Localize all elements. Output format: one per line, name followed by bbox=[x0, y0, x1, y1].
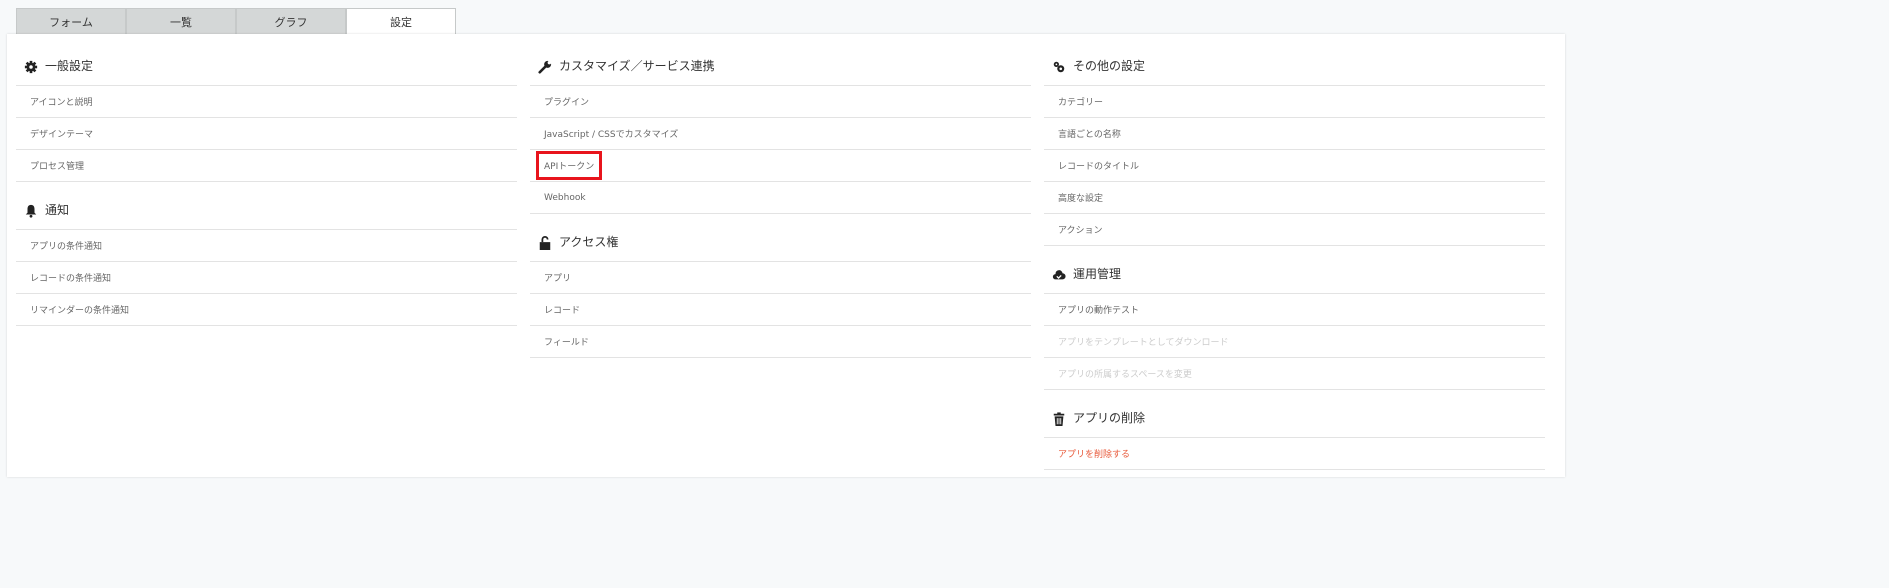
section-title: その他の設定 bbox=[1073, 59, 1146, 73]
settings-link[interactable]: Webhook bbox=[530, 182, 1031, 214]
settings-section: 通知アプリの条件通知 レコードの条件通知リマインダーの条件通知 bbox=[16, 182, 517, 326]
settings-column: カスタマイズ／サービス連携プラグイン JavaScript / CSSでカスタマイ… bbox=[530, 34, 1031, 358]
settings-link[interactable]: 高度な設定 bbox=[1044, 182, 1545, 214]
cloud-check-icon bbox=[1052, 268, 1066, 282]
bell-icon bbox=[24, 204, 38, 218]
link-label: アイコンと説明 bbox=[30, 98, 93, 108]
section-title: 一般設定 bbox=[45, 59, 94, 73]
settings-link[interactable]: レコード bbox=[530, 294, 1031, 326]
link-label: リマインダーの条件通知 bbox=[30, 306, 130, 316]
gear-icon bbox=[24, 60, 38, 74]
settings-link[interactable]: リマインダーの条件通知 bbox=[16, 294, 517, 326]
link-label: デザインテーマ bbox=[30, 130, 94, 140]
settings-link[interactable]: アプリの条件通知 bbox=[16, 230, 517, 262]
gears-icon bbox=[1052, 60, 1066, 74]
settings-link[interactable]: カテゴリー bbox=[1044, 86, 1545, 118]
settings-link[interactable]: 言語ごとの名称 bbox=[1044, 118, 1545, 150]
settings-link: アプリの所属するスペースを変更 bbox=[1044, 358, 1545, 390]
section-heading: カスタマイズ／サービス連携 bbox=[530, 34, 1031, 86]
highlighted-link-label: APIトークン bbox=[535, 151, 603, 180]
settings-link[interactable]: プラグイン bbox=[530, 86, 1031, 118]
section-heading: 一般設定 bbox=[16, 34, 517, 86]
settings-link[interactable]: アイコンと説明 bbox=[16, 86, 517, 118]
settings-link[interactable]: JavaScript / CSSでカスタマイズ bbox=[530, 118, 1031, 150]
settings-section: 一般設定アイコンと説明 デザインテーマ プロセス管理 bbox=[16, 34, 517, 182]
section-title: カスタマイズ／サービス連携 bbox=[559, 59, 715, 73]
link-label: アプリの条件通知 bbox=[30, 242, 103, 252]
section-heading: アプリの削除 bbox=[1044, 390, 1545, 438]
settings-section: アプリの削除アプリを削除する bbox=[1044, 390, 1545, 470]
lock-icon bbox=[538, 236, 552, 250]
tab-bar: フォーム 一覧 グラフ 設定 bbox=[16, 8, 456, 34]
link-label: プロセス管理 bbox=[30, 162, 85, 172]
settings-link[interactable]: レコードのタイトル bbox=[1044, 150, 1545, 182]
link-label: アプリをテンプレートとしてダウンロード bbox=[1058, 338, 1229, 348]
section-title: 運用管理 bbox=[1073, 267, 1122, 281]
section-heading: 通知 bbox=[16, 182, 517, 230]
link-label: レコード bbox=[544, 306, 581, 316]
link-label: アプリの所属するスペースを変更 bbox=[1058, 370, 1192, 380]
link-label: レコードのタイトル bbox=[1058, 162, 1140, 172]
settings-section: 運用管理アプリの動作テストアプリをテンプレートとしてダウンロード アプリの所属する… bbox=[1044, 246, 1545, 390]
section-title: 通知 bbox=[45, 203, 70, 217]
settings-section: カスタマイズ／サービス連携プラグイン JavaScript / CSSでカスタマイ… bbox=[530, 34, 1031, 214]
settings-column: その他の設定カテゴリー言語ごとの名称レコードのタイトル 高度な設定アクション運用管… bbox=[1044, 34, 1545, 470]
section-title: アクセス権 bbox=[559, 235, 619, 249]
section-heading: その他の設定 bbox=[1044, 34, 1545, 86]
section-heading: 運用管理 bbox=[1044, 246, 1545, 294]
settings-section: アクセス権アプリレコードフィールド bbox=[530, 214, 1031, 358]
tab-0[interactable]: フォーム bbox=[16, 8, 126, 34]
link-label: アプリを削除する bbox=[1058, 450, 1131, 460]
link-label: 高度な設定 bbox=[1058, 194, 1104, 204]
settings-link[interactable]: アプリを削除する bbox=[1044, 438, 1545, 470]
settings-link[interactable]: アプリの動作テスト bbox=[1044, 294, 1545, 326]
settings-link[interactable]: アクション bbox=[1044, 214, 1545, 246]
link-label: フィールド bbox=[544, 338, 589, 348]
trash-icon bbox=[1052, 412, 1066, 426]
settings-link[interactable]: アプリ bbox=[530, 262, 1031, 294]
link-label: JavaScript / CSSでカスタマイズ bbox=[544, 130, 679, 140]
link-label: アプリ bbox=[544, 274, 572, 284]
settings-link[interactable]: デザインテーマ bbox=[16, 118, 517, 150]
settings-section: その他の設定カテゴリー言語ごとの名称レコードのタイトル 高度な設定アクション bbox=[1044, 34, 1545, 246]
wrench-icon bbox=[538, 60, 552, 74]
link-label: 言語ごとの名称 bbox=[1058, 130, 1121, 140]
settings-column: 一般設定アイコンと説明 デザインテーマ プロセス管理通知アプリの条件通知 レコードの条… bbox=[16, 34, 517, 326]
settings-link: アプリをテンプレートとしてダウンロード bbox=[1044, 326, 1545, 358]
link-label: カテゴリー bbox=[1058, 98, 1104, 108]
settings-panel: 一般設定アイコンと説明 デザインテーマ プロセス管理通知アプリの条件通知 レコードの条… bbox=[7, 34, 1565, 477]
settings-link[interactable]: APIトークン bbox=[530, 150, 1031, 182]
link-label: レコードの条件通知 bbox=[30, 274, 112, 284]
tab-1[interactable]: 一覧 bbox=[126, 8, 236, 34]
link-label: プラグイン bbox=[544, 98, 590, 108]
settings-link[interactable]: レコードの条件通知 bbox=[16, 262, 517, 294]
settings-link[interactable]: プロセス管理 bbox=[16, 150, 517, 182]
tab-2[interactable]: グラフ bbox=[236, 8, 346, 34]
section-heading: アクセス権 bbox=[530, 214, 1031, 262]
section-title: アプリの削除 bbox=[1073, 411, 1146, 425]
link-label: Webhook bbox=[544, 192, 586, 203]
link-label: アプリの動作テスト bbox=[1058, 306, 1140, 316]
tab-3[interactable]: 設定 bbox=[346, 8, 456, 34]
link-label: アクション bbox=[1058, 226, 1103, 236]
settings-link[interactable]: フィールド bbox=[530, 326, 1031, 358]
